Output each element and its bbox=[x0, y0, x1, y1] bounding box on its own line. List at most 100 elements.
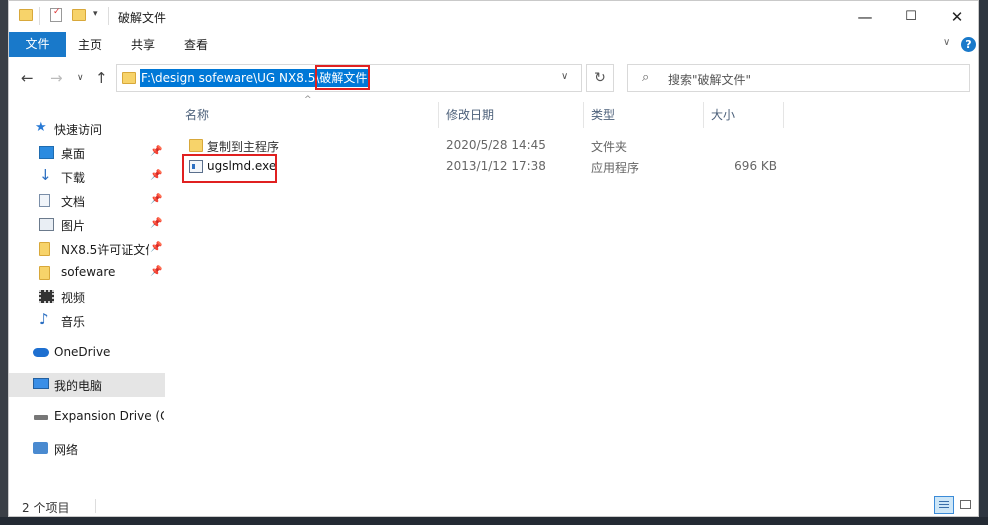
expand-ribbon-icon[interactable]: ∨ bbox=[943, 37, 950, 48]
tab-share[interactable]: 共享 bbox=[125, 36, 161, 54]
pin-icon[interactable]: 📌 bbox=[150, 266, 162, 277]
star-icon: ★ bbox=[35, 120, 47, 135]
folder-icon bbox=[39, 242, 50, 256]
search-placeholder: 搜索"破解文件" bbox=[668, 73, 752, 87]
sidebar-item-videos[interactable]: 视频 bbox=[9, 285, 165, 309]
network-icon bbox=[33, 442, 48, 454]
details-view-button[interactable] bbox=[934, 496, 954, 514]
sidebar-item-label: 我的电脑 bbox=[54, 379, 103, 393]
large-icons-view-button[interactable] bbox=[957, 496, 975, 514]
status-bar: 2 个项目 bbox=[9, 493, 978, 516]
onedrive-cloud-icon bbox=[33, 348, 49, 357]
download-icon: ↓ bbox=[39, 166, 52, 184]
desktop-icon bbox=[39, 146, 54, 159]
file-type: 应用程序 bbox=[591, 161, 640, 175]
column-header-type[interactable]: 类型 bbox=[591, 106, 615, 123]
drive-icon bbox=[34, 415, 48, 420]
divider bbox=[39, 7, 40, 25]
sidebar-item-sofeware[interactable]: sofeware 📌 bbox=[9, 261, 165, 285]
desktop-background-left bbox=[0, 0, 8, 525]
divider bbox=[108, 7, 109, 25]
sidebar-item-label: 图片 bbox=[61, 219, 86, 233]
column-divider[interactable] bbox=[783, 102, 784, 128]
sidebar-item-onedrive[interactable]: OneDrive bbox=[9, 341, 165, 365]
help-button[interactable]: ? bbox=[961, 37, 976, 52]
sidebar-item-quick-access[interactable]: ★ 快速访问 bbox=[9, 117, 165, 141]
window-title: 破解文件 bbox=[118, 11, 167, 25]
folder-icon bbox=[39, 266, 50, 280]
column-header-size[interactable]: 大小 bbox=[711, 106, 735, 123]
file-type: 文件夹 bbox=[591, 140, 628, 154]
tab-view[interactable]: 查看 bbox=[178, 36, 214, 54]
sidebar-item-label: 网络 bbox=[54, 443, 79, 457]
video-icon bbox=[39, 290, 54, 303]
back-arrow-icon[interactable]: ← bbox=[21, 69, 34, 87]
title-bar: ✓ ▾ 破解文件 — ☐ ✕ bbox=[9, 1, 978, 32]
sidebar-item-label: 视频 bbox=[61, 291, 86, 305]
sidebar-item-documents[interactable]: 文档 📌 bbox=[9, 189, 165, 213]
address-path-prefix: F:\design sofeware\UG NX8.5\ bbox=[141, 71, 320, 85]
pin-icon[interactable]: 📌 bbox=[150, 242, 162, 253]
pin-icon[interactable]: 📌 bbox=[150, 170, 162, 181]
pin-icon[interactable]: 📌 bbox=[150, 146, 162, 157]
address-dropdown-chevron-icon[interactable]: ∨ bbox=[561, 71, 568, 82]
sidebar-item-music[interactable]: ♪ 音乐 bbox=[9, 309, 165, 333]
sidebar-item-network[interactable]: 网络 bbox=[9, 437, 165, 461]
sidebar-item-label: Expansion Drive (G bbox=[54, 409, 164, 423]
picture-icon bbox=[39, 218, 54, 231]
tab-home[interactable]: 主页 bbox=[72, 36, 108, 54]
sidebar-item-label: NX8.5许可证文件 bbox=[61, 243, 149, 257]
column-header-name[interactable]: 名称 bbox=[185, 106, 209, 123]
forward-arrow-icon[interactable]: → bbox=[50, 69, 63, 87]
tab-file[interactable]: 文件 bbox=[9, 32, 66, 57]
file-explorer-window: ✓ ▾ 破解文件 — ☐ ✕ 文件 主页 共享 查看 ∨ ? ← → ∨ ↑ F… bbox=[8, 0, 979, 517]
properties-icon[interactable]: ✓ bbox=[50, 7, 62, 22]
up-arrow-icon[interactable]: ↑ bbox=[95, 69, 108, 87]
sidebar-item-expansion-drive[interactable]: Expansion Drive (G bbox=[9, 405, 165, 429]
column-divider[interactable] bbox=[438, 102, 439, 128]
new-folder-icon[interactable] bbox=[72, 9, 86, 21]
recent-locations-chevron-icon[interactable]: ∨ bbox=[77, 73, 84, 83]
pin-icon[interactable]: 📌 bbox=[150, 194, 162, 205]
sidebar-item-label: 音乐 bbox=[61, 315, 86, 329]
refresh-icon: ↻ bbox=[594, 70, 606, 86]
file-date: 2013/1/12 17:38 bbox=[446, 159, 546, 173]
file-size: 696 KB bbox=[734, 159, 777, 173]
refresh-button[interactable]: ↻ bbox=[586, 64, 614, 92]
sidebar-item-desktop[interactable]: 桌面 📌 bbox=[9, 141, 165, 165]
customize-quick-access-icon[interactable]: ▾ bbox=[93, 9, 98, 19]
sidebar-item-this-pc[interactable]: 我的电脑 bbox=[9, 373, 165, 397]
desktop-background-right bbox=[979, 0, 988, 525]
divider bbox=[95, 499, 96, 513]
item-count: 2 个项目 bbox=[22, 501, 70, 515]
column-divider[interactable] bbox=[583, 102, 584, 128]
search-box[interactable]: ⌕ 搜索"破解文件" bbox=[627, 64, 970, 92]
navigation-bar: ← → ∨ ↑ F:\design sofeware\UG NX8.5\破解文件… bbox=[9, 58, 978, 98]
maximize-button[interactable]: ☐ bbox=[888, 1, 934, 32]
folder-icon bbox=[189, 139, 203, 152]
ribbon-tabs: 文件 主页 共享 查看 ∨ ? bbox=[9, 32, 978, 58]
sidebar-item-label: OneDrive bbox=[54, 345, 111, 359]
close-button[interactable]: ✕ bbox=[934, 1, 978, 32]
window-folder-icon bbox=[19, 9, 33, 21]
annotation-highlight-exe bbox=[182, 154, 277, 183]
column-header-date[interactable]: 修改日期 bbox=[446, 106, 494, 123]
sidebar-item-nx85-license[interactable]: NX8.5许可证文件 📌 bbox=[9, 237, 165, 261]
search-icon: ⌕ bbox=[642, 70, 650, 85]
navigation-pane: ★ 快速访问 桌面 📌 ↓ 下载 📌 文档 📌 图片 📌 NX8.5许可证文件 … bbox=[9, 98, 165, 493]
minimize-button[interactable]: — bbox=[842, 1, 888, 32]
sidebar-item-label: sofeware bbox=[61, 265, 116, 279]
document-icon bbox=[39, 194, 50, 207]
computer-icon bbox=[33, 378, 49, 389]
file-date: 2020/5/28 14:45 bbox=[446, 138, 546, 152]
music-icon: ♪ bbox=[39, 310, 49, 328]
file-list: ^ 名称 修改日期 类型 大小 复制到主程序 2020/5/28 14:45 文… bbox=[165, 95, 978, 493]
sidebar-item-downloads[interactable]: ↓ 下载 📌 bbox=[9, 165, 165, 189]
sidebar-item-pictures[interactable]: 图片 📌 bbox=[9, 213, 165, 237]
pin-icon[interactable]: 📌 bbox=[150, 218, 162, 229]
sidebar-item-label: 文档 bbox=[61, 195, 86, 209]
sort-ascending-icon: ^ bbox=[304, 95, 312, 105]
sidebar-item-label: 快速访问 bbox=[54, 123, 103, 137]
column-divider[interactable] bbox=[703, 102, 704, 128]
annotation-highlight-address bbox=[315, 65, 370, 90]
